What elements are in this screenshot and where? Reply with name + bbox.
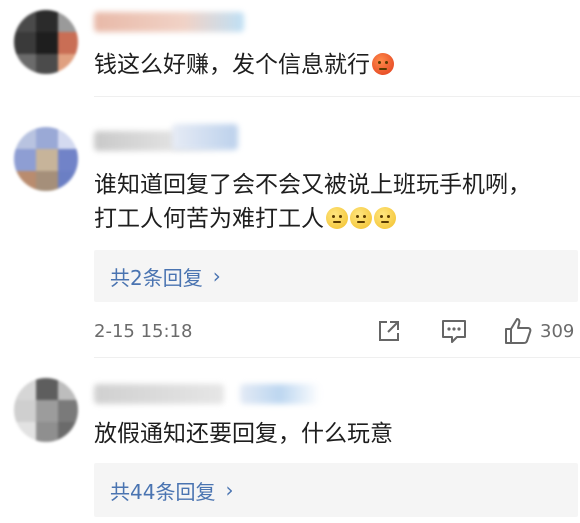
sweat-smile-icon: [350, 207, 372, 229]
comment-text: 钱这么好赚，发个信息就行: [94, 48, 394, 82]
share-icon[interactable]: [376, 318, 402, 344]
replies-count-label: 共2条回复: [110, 265, 203, 290]
replies-count-label: 共44条回复: [110, 479, 216, 504]
badge-blurred: [172, 124, 238, 150]
angry-face-icon: [372, 53, 394, 75]
comment-icon[interactable]: [440, 318, 468, 344]
avatar[interactable]: [14, 10, 78, 74]
avatar[interactable]: [14, 127, 78, 191]
comment-text: 放假通知还要回复，什么玩意: [94, 421, 393, 447]
like-count: 309: [540, 321, 575, 342]
like-icon[interactable]: [503, 316, 533, 346]
badge-blurred: [240, 384, 320, 404]
comment-text: 谁知道回复了会不会又被说上班玩手机咧， 打工人何苦为难打工人: [94, 172, 531, 232]
username-blurred[interactable]: [94, 12, 244, 32]
timestamp: 2-15 15:18: [94, 321, 193, 342]
sweat-smile-icon: [326, 207, 348, 229]
view-replies-button[interactable]: 共44条回复 ›: [94, 463, 578, 517]
chevron-right-icon: ›: [212, 264, 221, 288]
username-blurred[interactable]: [94, 384, 224, 404]
sweat-smile-icon: [374, 207, 396, 229]
chevron-right-icon: ›: [225, 478, 234, 502]
view-replies-button[interactable]: 共2条回复 ›: [94, 250, 578, 302]
avatar[interactable]: [14, 378, 78, 442]
